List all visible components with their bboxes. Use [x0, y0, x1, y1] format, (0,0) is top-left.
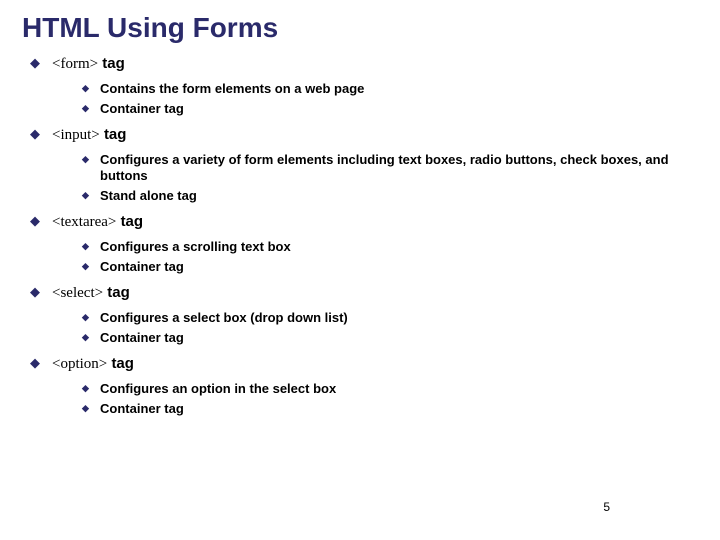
page-number: 5: [603, 500, 610, 514]
bullet-list: <form> tag Contains the form elements on…: [22, 54, 698, 417]
sub-item: Contains the form elements on a web page: [82, 81, 698, 97]
list-item: <select> tag Configures a select box (dr…: [30, 283, 698, 346]
sub-item: Container tag: [82, 330, 698, 346]
tag-name: <option>: [52, 356, 107, 372]
slide: HTML Using Forms <form> tag Contains the…: [0, 0, 720, 540]
tag-name: <form>: [52, 56, 98, 72]
sub-list: Configures a select box (drop down list)…: [52, 310, 698, 347]
tag-name: <input>: [52, 127, 100, 143]
tag-name: <textarea>: [52, 214, 116, 230]
page-title: HTML Using Forms: [22, 12, 698, 44]
tag-word: tag: [107, 284, 130, 301]
sub-item: Configures a variety of form elements in…: [82, 152, 698, 185]
sub-list: Configures a scrolling text box Containe…: [52, 239, 698, 276]
tag-word: tag: [121, 213, 144, 230]
tag-name: <select>: [52, 285, 103, 301]
tag-word: tag: [104, 126, 127, 143]
sub-item: Configures a select box (drop down list): [82, 310, 698, 326]
sub-item: Stand alone tag: [82, 188, 698, 204]
sub-list: Contains the form elements on a web page…: [52, 81, 698, 118]
sub-item: Configures a scrolling text box: [82, 239, 698, 255]
list-item: <form> tag Contains the form elements on…: [30, 54, 698, 117]
sub-item: Container tag: [82, 259, 698, 275]
list-item: <option> tag Configures an option in the…: [30, 354, 698, 417]
tag-word: tag: [111, 355, 134, 372]
sub-list: Configures a variety of form elements in…: [52, 152, 698, 205]
sub-item: Configures an option in the select box: [82, 381, 698, 397]
list-item: <textarea> tag Configures a scrolling te…: [30, 212, 698, 275]
list-item: <input> tag Configures a variety of form…: [30, 125, 698, 204]
sub-item: Container tag: [82, 101, 698, 117]
sub-item: Container tag: [82, 401, 698, 417]
sub-list: Configures an option in the select box C…: [52, 381, 698, 418]
tag-word: tag: [102, 55, 125, 72]
